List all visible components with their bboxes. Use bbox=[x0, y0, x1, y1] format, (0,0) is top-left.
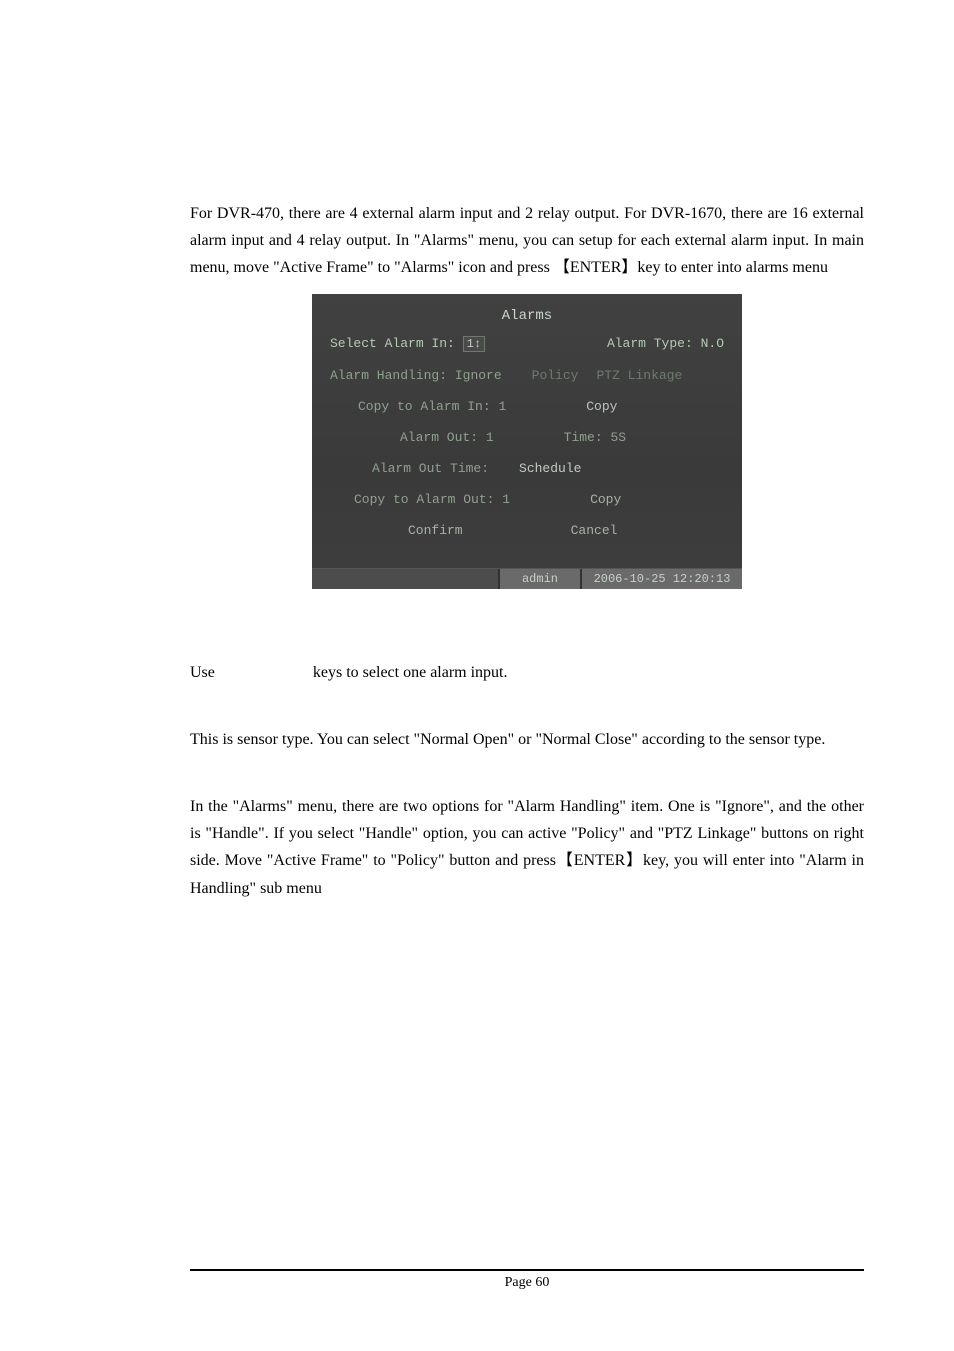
copy-button-1[interactable]: Copy bbox=[586, 399, 617, 414]
copy-button-2[interactable]: Copy bbox=[590, 492, 621, 507]
alarm-handling-paragraph: In the "Alarms" menu, there are two opti… bbox=[190, 793, 864, 902]
alarm-handling-label: Alarm Handling: bbox=[330, 368, 447, 383]
cancel-button[interactable]: Cancel bbox=[571, 523, 618, 538]
time-value[interactable]: 5S bbox=[610, 430, 626, 445]
schedule-button[interactable]: Schedule bbox=[519, 461, 581, 476]
status-user: admin bbox=[498, 569, 582, 589]
sensor-type-paragraph: This is sensor type. You can select "Nor… bbox=[190, 726, 864, 753]
copy-to-alarm-out-label: Copy to Alarm Out: bbox=[354, 492, 494, 507]
alarms-title: Alarms bbox=[330, 308, 724, 324]
copy-to-alarm-in-label: Copy to Alarm In: bbox=[358, 399, 491, 414]
status-bar: admin 2006-10-25 12:20:13 bbox=[312, 568, 742, 589]
alarms-screenshot: Alarms Select Alarm In: 1↕ Alarm Type: N… bbox=[190, 294, 864, 589]
select-alarm-in-value[interactable]: 1↕ bbox=[463, 336, 485, 352]
select-alarm-in-label: Select Alarm In: bbox=[330, 336, 455, 351]
alarm-out-time-label: Alarm Out Time: bbox=[372, 461, 489, 476]
alarm-out-value[interactable]: 1 bbox=[486, 430, 494, 445]
alarm-type-value[interactable]: N.O bbox=[701, 336, 724, 351]
policy-button[interactable]: Policy bbox=[532, 368, 579, 383]
status-datetime: 2006-10-25 12:20:13 bbox=[582, 569, 742, 589]
copy-to-alarm-in-value[interactable]: 1 bbox=[498, 399, 506, 414]
ptz-linkage-button[interactable]: PTZ Linkage bbox=[596, 368, 682, 383]
confirm-button[interactable]: Confirm bbox=[408, 523, 463, 538]
select-instruction: Use keys to select one alarm input. bbox=[190, 659, 864, 686]
alarm-type-label: Alarm Type: bbox=[607, 336, 693, 351]
alarm-out-label: Alarm Out: bbox=[400, 430, 478, 445]
time-label: Time: bbox=[564, 430, 603, 445]
alarm-handling-value[interactable]: Ignore bbox=[455, 368, 502, 383]
intro-paragraph: For DVR-470, there are 4 external alarm … bbox=[190, 200, 864, 282]
page-footer: Page 60 bbox=[190, 1269, 864, 1291]
copy-to-alarm-out-value[interactable]: 1 bbox=[502, 492, 510, 507]
